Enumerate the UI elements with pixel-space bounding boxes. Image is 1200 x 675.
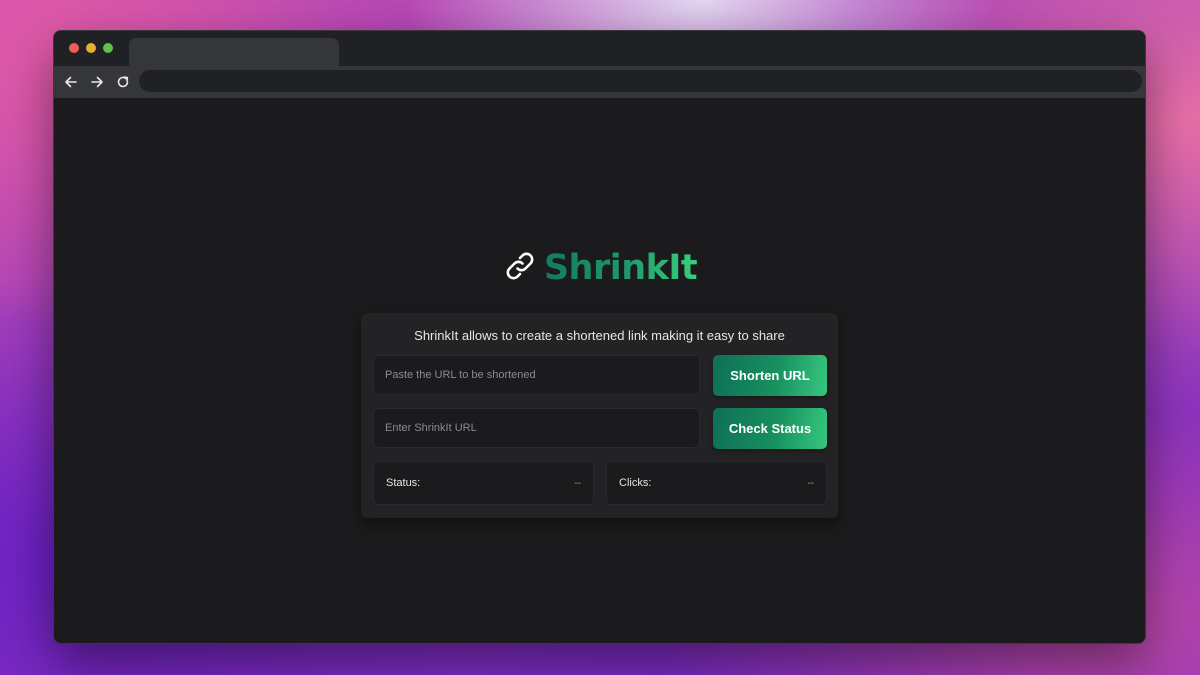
url-input[interactable] [373,355,700,395]
arrow-left-icon [64,75,78,89]
forward-button[interactable] [88,73,106,91]
reload-button[interactable] [114,73,132,91]
app-logo: ShrinkIt [54,248,1145,289]
page-content: ShrinkIt ShrinkIt allows to create a sho… [54,98,1145,643]
minimize-window-button[interactable] [86,43,96,53]
link-icon [502,248,538,289]
app-title: ShrinkIt [543,248,698,288]
address-bar[interactable] [139,70,1142,92]
shortener-card: ShrinkIt allows to create a shortened li… [361,313,838,518]
maximize-window-button[interactable] [103,43,113,53]
shorten-url-button[interactable]: Shorten URL [713,355,827,396]
desktop-wallpaper: ShrinkIt ShrinkIt allows to create a sho… [0,0,1200,675]
browser-toolbar [54,66,1145,98]
close-window-button[interactable] [69,43,79,53]
check-status-button[interactable]: Check Status [713,408,827,449]
clicks-value: -- [807,477,814,489]
app-description: ShrinkIt allows to create a shortened li… [414,328,785,343]
shrinkit-url-input[interactable] [373,408,700,448]
clicks-box: Clicks: -- [606,461,827,505]
status-box: Status: -- [373,461,594,505]
status-label: Status: [386,477,421,489]
back-button[interactable] [62,73,80,91]
reload-icon [116,75,130,89]
browser-tab[interactable] [129,38,339,66]
arrow-right-icon [90,75,104,89]
status-value: -- [574,477,581,489]
browser-titlebar [54,31,1145,66]
browser-window: ShrinkIt ShrinkIt allows to create a sho… [53,30,1146,644]
clicks-label: Clicks: [619,477,652,489]
